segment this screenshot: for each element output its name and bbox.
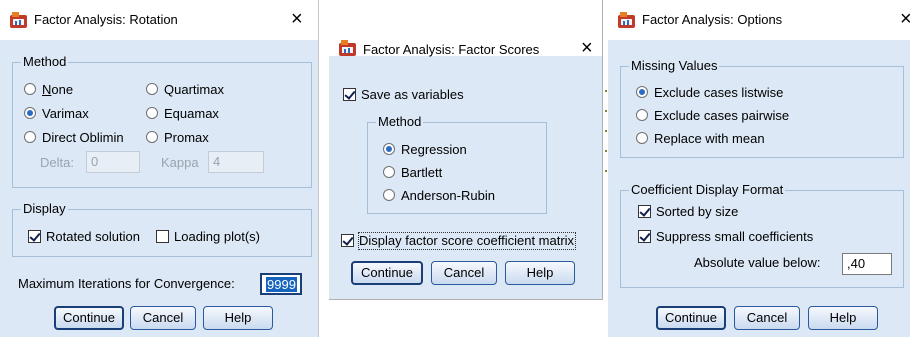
option-label: Replace with mean <box>654 131 765 146</box>
radio-icon[interactable] <box>383 166 395 178</box>
option-label: Sorted by size <box>656 204 739 219</box>
radio-icon[interactable] <box>636 132 648 144</box>
option-label: Quartimax <box>164 82 224 97</box>
radio-icon[interactable] <box>24 107 36 119</box>
scores-title: Factor Analysis: Factor Scores <box>363 42 540 57</box>
checkbox-icon[interactable] <box>343 88 356 101</box>
max-iterations-label: Maximum Iterations for Convergence: <box>18 276 235 291</box>
radio-icon[interactable] <box>383 143 395 155</box>
option-label: Save as variables <box>361 87 464 102</box>
spss-app-icon <box>10 12 27 28</box>
option-label: Bartlett <box>401 165 443 180</box>
group-label: Method <box>376 114 424 129</box>
rotation-dialog: Factor Analysis: Rotation × Method None … <box>0 0 318 337</box>
checkbox-icon[interactable] <box>156 230 169 243</box>
background-artifact <box>605 170 607 172</box>
checkbox-icon[interactable] <box>638 230 651 243</box>
rotation-title: Factor Analysis: Rotation <box>34 12 178 27</box>
option-label: Anderson-Rubin <box>401 188 495 203</box>
group-label: Missing Values <box>629 58 720 73</box>
close-icon[interactable]: × <box>291 8 303 31</box>
option-label: Rotated solution <box>46 229 140 244</box>
checkbox-icon[interactable] <box>341 234 354 247</box>
option-label: Exclude cases pairwise <box>654 108 790 123</box>
cancel-button[interactable]: Cancel <box>431 261 497 285</box>
option-label: Promax <box>164 130 209 145</box>
option-label: Suppress small coefficients <box>656 229 814 244</box>
options-title: Factor Analysis: Options <box>642 12 783 27</box>
option-label: Display factor score coefficient matrix <box>357 232 577 250</box>
spss-app-icon <box>618 12 635 28</box>
absolute-value-label: Absolute value below: <box>694 255 821 270</box>
radio-icon[interactable] <box>636 86 648 98</box>
option-label: Loading plot(s) <box>174 229 260 244</box>
option-label: None <box>42 82 74 97</box>
radio-icon[interactable] <box>636 109 648 121</box>
continue-button[interactable]: Continue <box>656 306 726 330</box>
close-icon[interactable]: × <box>900 8 910 31</box>
delta-input[interactable]: 0 <box>86 151 140 173</box>
group-label: Display <box>21 201 68 216</box>
close-icon[interactable]: × <box>581 37 593 60</box>
scores-titlebar: Factor Analysis: Factor Scores × <box>329 0 602 59</box>
options-titlebar: Factor Analysis: Options × <box>608 0 910 40</box>
kappa-input[interactable]: 4 <box>208 151 264 173</box>
background-artifact <box>605 130 607 132</box>
radio-icon[interactable] <box>146 107 158 119</box>
help-button[interactable]: Help <box>505 261 575 285</box>
spss-app-icon <box>339 40 356 56</box>
continue-button[interactable]: Continue <box>54 306 124 330</box>
options-dialog: Factor Analysis: Options × Missing Value… <box>608 0 910 337</box>
option-label: Regression <box>401 142 467 157</box>
max-iterations-value: 9999 <box>266 277 297 292</box>
kappa-label: Kappa <box>161 155 199 170</box>
background-artifact <box>605 110 607 112</box>
background-artifact <box>605 150 607 152</box>
radio-icon[interactable] <box>24 131 36 143</box>
checkbox-icon[interactable] <box>28 230 41 243</box>
absolute-value-input[interactable]: ,40 <box>842 253 892 275</box>
help-button[interactable]: Help <box>808 306 878 330</box>
radio-icon[interactable] <box>24 83 36 95</box>
option-label: Equamax <box>164 106 219 121</box>
delta-label: Delta: <box>40 155 74 170</box>
option-label: Direct Oblimin <box>42 130 124 145</box>
radio-icon[interactable] <box>146 131 158 143</box>
option-label: Exclude cases listwise <box>654 85 784 100</box>
radio-icon[interactable] <box>383 189 395 201</box>
background-artifact <box>605 90 607 92</box>
radio-icon[interactable] <box>146 83 158 95</box>
separator <box>318 0 319 337</box>
group-label: Coefficient Display Format <box>629 182 786 197</box>
continue-button[interactable]: Continue <box>351 261 423 285</box>
rotation-titlebar: Factor Analysis: Rotation × <box>0 0 318 40</box>
max-iterations-input[interactable]: 9999 <box>260 273 302 295</box>
cancel-button[interactable]: Cancel <box>130 306 196 330</box>
checkbox-icon[interactable] <box>638 205 651 218</box>
help-button[interactable]: Help <box>203 306 273 330</box>
option-label: Varimax <box>42 106 89 121</box>
factor-scores-dialog: Factor Analysis: Factor Scores × Save as… <box>329 0 603 300</box>
cancel-button[interactable]: Cancel <box>734 306 800 330</box>
group-label: Method <box>21 54 69 69</box>
